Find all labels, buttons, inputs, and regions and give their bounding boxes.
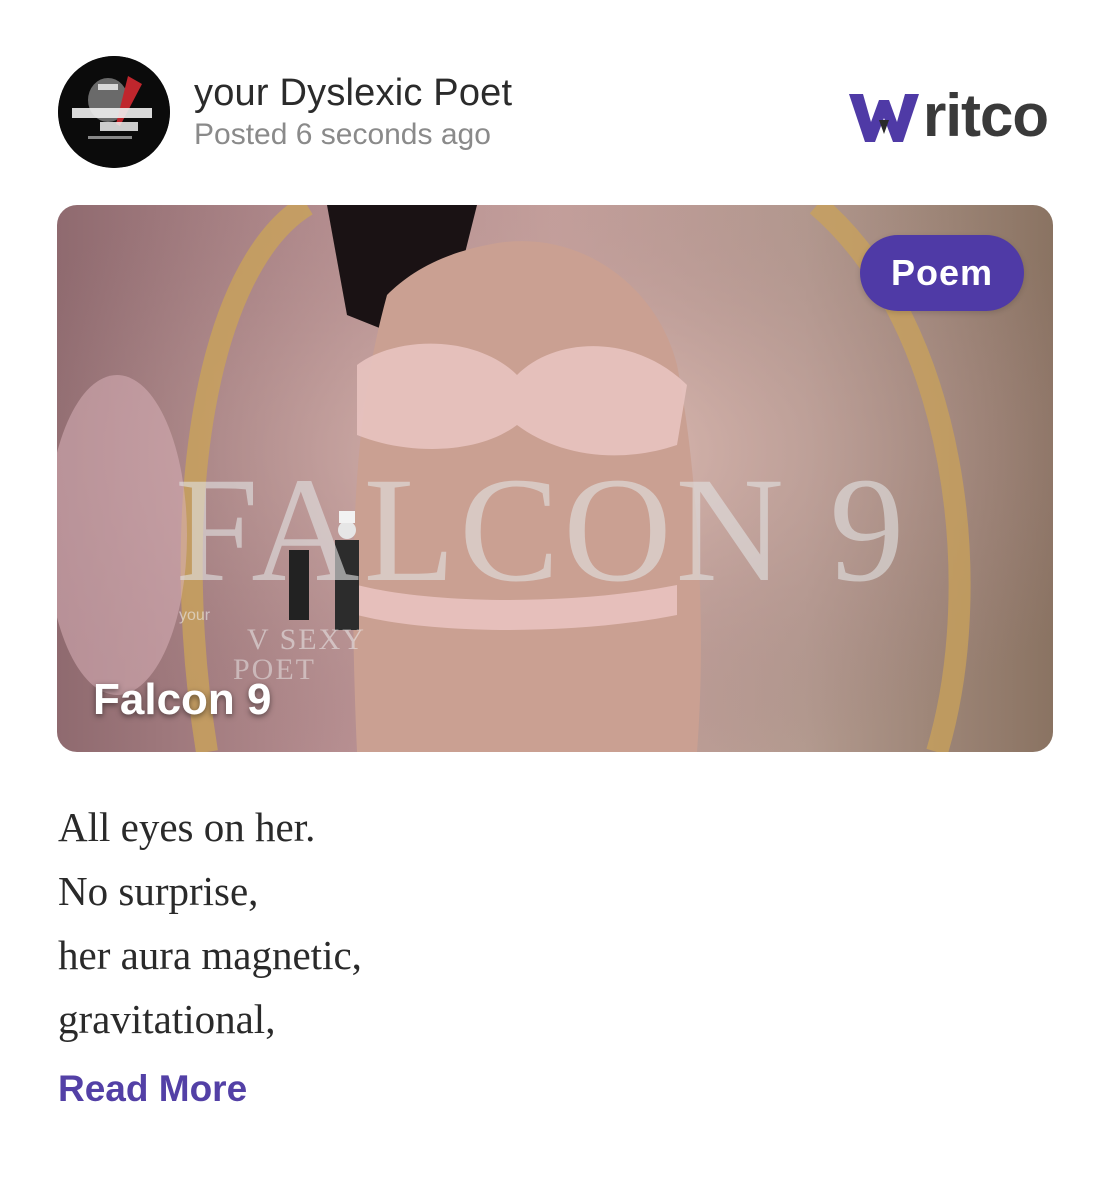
post-timestamp: Posted 6 seconds ago (194, 118, 491, 151)
excerpt-line: No surprise, (58, 868, 259, 914)
author-name[interactable]: your Dyslexic Poet (194, 72, 512, 115)
author-avatar[interactable] (58, 56, 170, 168)
cover-watermark-title: FALCON 9 (175, 447, 909, 613)
poem-excerpt: All eyes on her. No surprise, her aura m… (58, 795, 362, 1051)
category-badge: Poem (860, 235, 1024, 311)
cover-watermark-sexy: V SEXY (247, 623, 366, 656)
post-cover-image[interactable]: FALCON 9 your V SEXY POET Poem Falcon 9 (57, 205, 1053, 752)
writco-logo: ritco (848, 82, 1049, 149)
brand-name: ritco (922, 82, 1049, 149)
cover-watermark-your: your (179, 607, 211, 624)
post-title[interactable]: Falcon 9 (93, 675, 272, 725)
excerpt-line: All eyes on her. (58, 804, 316, 850)
writco-w-logo-icon (848, 94, 919, 142)
excerpt-line: gravitational, (58, 996, 276, 1042)
read-more-link[interactable]: Read More (58, 1068, 247, 1110)
dyslexic-poet-logo-avatar (58, 56, 170, 168)
excerpt-line: her aura magnetic, (58, 932, 362, 978)
